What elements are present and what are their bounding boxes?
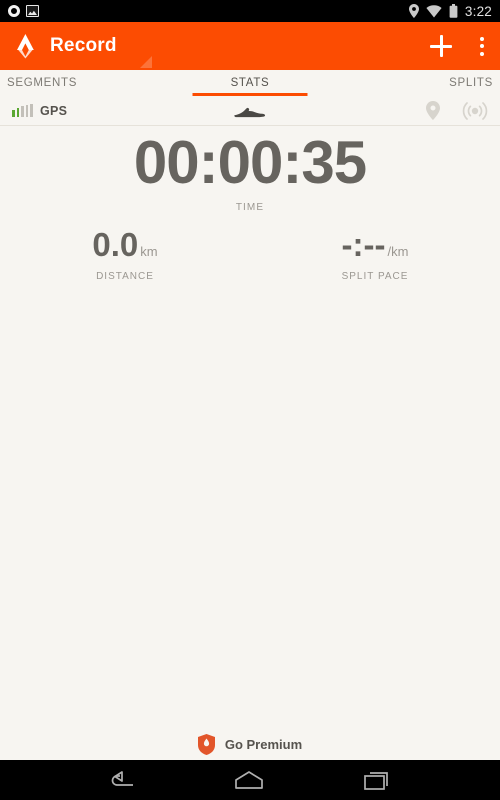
nav-home-button[interactable] <box>234 770 264 790</box>
go-premium-banner[interactable]: Go Premium <box>0 728 500 760</box>
record-circle-icon <box>8 5 20 17</box>
android-nav-bar <box>0 760 500 800</box>
tab-splits[interactable]: SPLITS <box>331 70 500 96</box>
tab-stats-label: STATS <box>230 77 270 89</box>
screenshot-icon <box>26 5 39 17</box>
timer-label: TIME <box>235 202 265 213</box>
app-bar: Record <box>0 22 500 70</box>
corner-triangle-artifact <box>140 56 152 68</box>
nav-back-button[interactable] <box>108 770 134 790</box>
status-bar-system-icons: 3:22 <box>408 3 492 19</box>
distance-value: 0.0 <box>92 226 139 263</box>
distance-unit: km <box>140 244 158 259</box>
go-premium-label: Go Premium <box>224 736 303 752</box>
nav-recents-button[interactable] <box>364 770 392 790</box>
app-screen: 3:22 Record SEGMENTS STATS SPLITS GPS 00… <box>0 0 500 800</box>
split-pace-label: SPLIT PACE <box>341 271 409 282</box>
status-bar-notifications <box>8 5 39 17</box>
page-title: Record <box>50 35 117 56</box>
tab-splits-label: SPLITS <box>449 77 493 89</box>
timer-section: 00:00:35 TIME <box>0 129 500 214</box>
tab-segments-label: SEGMENTS <box>7 77 78 89</box>
activity-gps-bar: GPS <box>0 96 500 126</box>
activity-bar-right-icons <box>426 101 488 120</box>
secondary-stats-row: 0.0 km DISTANCE -:-- /km SPLIT PACE <box>0 228 500 282</box>
stat-split-pace: -:-- /km SPLIT PACE <box>250 228 500 282</box>
strava-chevron-logo <box>17 34 34 59</box>
beacon-broadcast-icon[interactable] <box>462 101 488 120</box>
tab-stats[interactable]: STATS <box>169 70 331 96</box>
overflow-menu-button[interactable] <box>478 35 486 58</box>
split-pace-unit: /km <box>387 244 409 259</box>
status-bar-clock: 3:22 <box>464 3 492 19</box>
gps-signal-indicator: GPS <box>12 104 67 118</box>
android-status-bar: 3:22 <box>0 0 500 22</box>
add-button[interactable] <box>430 35 452 57</box>
running-shoe-icon[interactable] <box>233 103 267 119</box>
app-bar-actions <box>430 35 486 58</box>
distance-label: DISTANCE <box>96 271 154 282</box>
location-pin-icon <box>408 4 419 18</box>
map-pin-icon[interactable] <box>426 101 440 120</box>
gps-label: GPS <box>39 103 68 118</box>
tab-bar: SEGMENTS STATS SPLITS <box>0 70 500 96</box>
battery-icon <box>449 4 458 18</box>
recording-controls <box>0 495 500 645</box>
premium-shield-icon <box>197 733 215 755</box>
tab-segments[interactable]: SEGMENTS <box>0 70 169 96</box>
gps-signal-bars <box>12 104 33 117</box>
stat-distance: 0.0 km DISTANCE <box>0 228 250 282</box>
timer-value: 00:00:35 <box>133 129 367 196</box>
wifi-icon <box>426 4 442 17</box>
split-pace-value: -:-- <box>341 226 386 263</box>
